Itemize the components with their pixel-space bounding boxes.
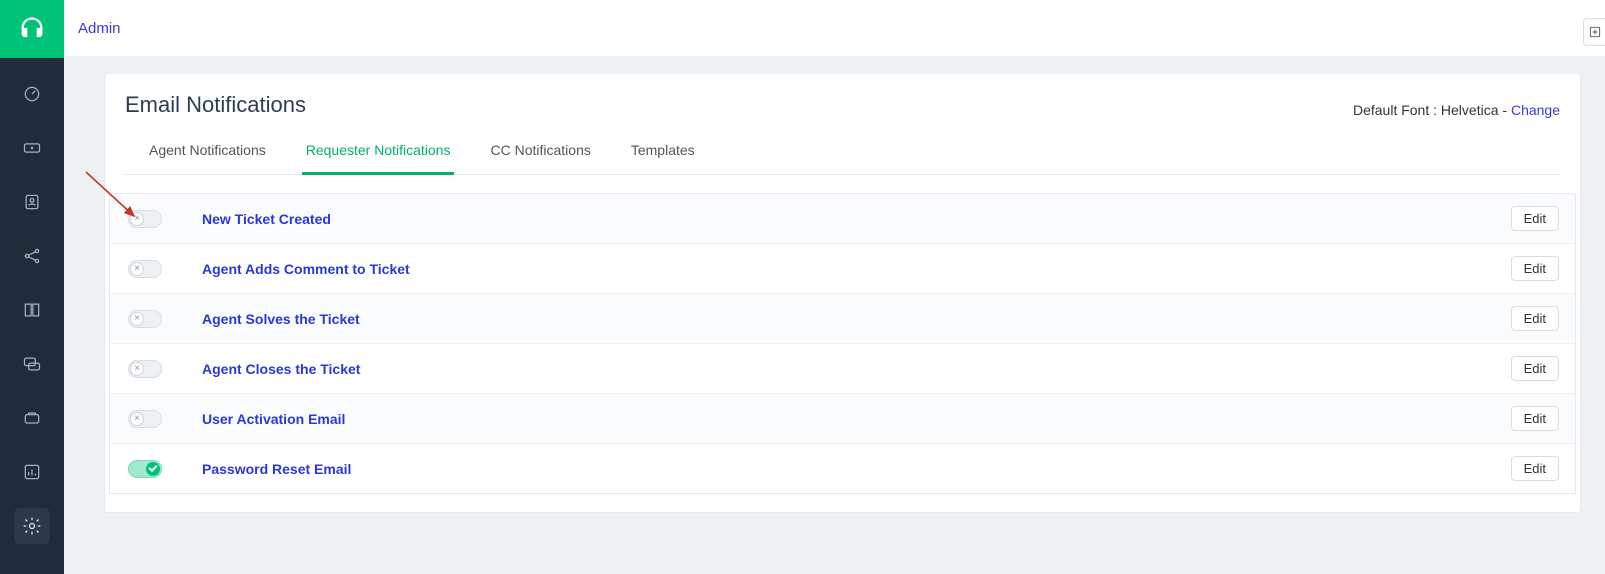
toggle[interactable]: [128, 460, 162, 478]
page-title: Email Notifications: [125, 92, 306, 132]
panel: Email Notifications Default Font : Helve…: [104, 74, 1581, 513]
toggle-knob: [130, 362, 144, 376]
chat-icon: [22, 354, 42, 374]
list-row-agent-solves-ticket: Agent Solves the Ticket Edit: [110, 294, 1575, 344]
toggle[interactable]: [128, 410, 162, 428]
list-wrap: New Ticket Created Edit Agent Adds Comme…: [105, 193, 1580, 494]
list-row-agent-adds-comment: Agent Adds Comment to Ticket Edit: [110, 244, 1575, 294]
font-info: Default Font : Helvetica - Change: [1353, 102, 1560, 132]
toggle[interactable]: [128, 360, 162, 378]
logo-icon: [18, 15, 46, 43]
sidebar-item-settings[interactable]: [14, 508, 50, 544]
main-area: Admin Email Notifications Default Font :…: [64, 0, 1605, 574]
font-name: Helvetica: [1441, 102, 1499, 118]
social-icon: [22, 246, 42, 266]
sidebar-item-tickets[interactable]: [14, 130, 50, 166]
sidebar-item-dashboard[interactable]: [14, 76, 50, 112]
assets-icon: [22, 408, 42, 428]
row-title[interactable]: Agent Closes the Ticket: [202, 361, 1511, 377]
sidebar-item-social[interactable]: [14, 238, 50, 274]
expand-panel-button[interactable]: [1583, 18, 1605, 46]
edit-button[interactable]: Edit: [1511, 406, 1559, 431]
toggle[interactable]: [128, 310, 162, 328]
dashboard-icon: [22, 84, 42, 104]
toggle-knob: [130, 412, 144, 426]
edit-button[interactable]: Edit: [1511, 306, 1559, 331]
row-title[interactable]: Password Reset Email: [202, 461, 1511, 477]
edit-button[interactable]: Edit: [1511, 256, 1559, 281]
row-title[interactable]: Agent Solves the Ticket: [202, 311, 1511, 327]
sidebar-item-knowledge[interactable]: [14, 292, 50, 328]
font-separator: -: [1499, 102, 1511, 118]
tab-requester-notifications[interactable]: Requester Notifications: [302, 132, 455, 175]
toggle-knob: [130, 212, 144, 226]
row-title[interactable]: User Activation Email: [202, 411, 1511, 427]
list-row-password-reset-email: Password Reset Email Edit: [110, 444, 1575, 493]
row-title[interactable]: New Ticket Created: [202, 211, 1511, 227]
contacts-icon: [22, 192, 42, 212]
topbar: Admin: [64, 0, 1605, 56]
reports-icon: [22, 462, 42, 482]
tickets-icon: [22, 138, 42, 158]
edit-button[interactable]: Edit: [1511, 456, 1559, 481]
settings-icon: [22, 516, 42, 536]
toggle-knob: [130, 262, 144, 276]
sidebar-item-contacts[interactable]: [14, 184, 50, 220]
sidebar-item-reports[interactable]: [14, 454, 50, 490]
list-row-agent-closes-ticket: Agent Closes the Ticket Edit: [110, 344, 1575, 394]
notification-list: New Ticket Created Edit Agent Adds Comme…: [109, 193, 1576, 494]
edit-button[interactable]: Edit: [1511, 356, 1559, 381]
knowledge-icon: [22, 300, 42, 320]
tabs: Agent Notifications Requester Notificati…: [125, 132, 1560, 175]
sidebar-item-chat[interactable]: [14, 346, 50, 382]
edit-button[interactable]: Edit: [1511, 206, 1559, 231]
panel-header: Email Notifications Default Font : Helve…: [105, 74, 1580, 175]
tab-cc-notifications[interactable]: CC Notifications: [486, 132, 594, 175]
list-row-new-ticket-created: New Ticket Created Edit: [110, 194, 1575, 244]
row-title[interactable]: Agent Adds Comment to Ticket: [202, 261, 1511, 277]
tab-agent-notifications[interactable]: Agent Notifications: [145, 132, 270, 175]
app-logo[interactable]: [0, 0, 64, 58]
toggle[interactable]: [128, 210, 162, 228]
change-font-link[interactable]: Change: [1511, 102, 1560, 118]
sidebar-item-assets[interactable]: [14, 400, 50, 436]
toggle-knob: [146, 462, 160, 476]
list-row-user-activation-email: User Activation Email Edit: [110, 394, 1575, 444]
toggle[interactable]: [128, 260, 162, 278]
breadcrumb[interactable]: Admin: [78, 20, 121, 37]
sidebar: [0, 0, 64, 574]
toggle-knob: [130, 312, 144, 326]
tab-templates[interactable]: Templates: [627, 132, 699, 175]
content: Email Notifications Default Font : Helve…: [64, 56, 1605, 513]
font-info-label: Default Font :: [1353, 102, 1441, 118]
plus-box-icon: [1588, 25, 1602, 39]
